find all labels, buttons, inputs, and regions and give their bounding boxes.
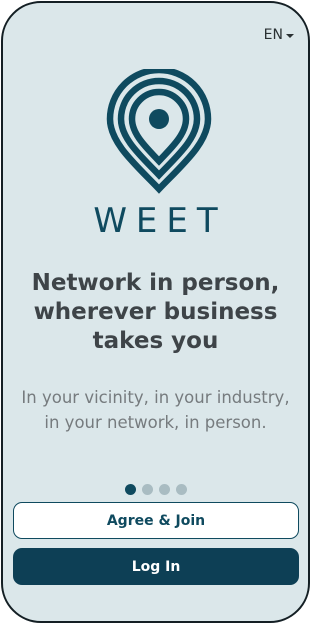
location-pin-icon — [106, 69, 212, 194]
page-dot[interactable] — [158, 484, 170, 495]
headline-line: Network in person, — [31, 270, 280, 296]
headline-line: wherever business — [33, 299, 278, 325]
subhead-line: in your network, in person. — [44, 413, 267, 432]
onboarding-subhead: In your vicinity, in your industry, in y… — [11, 385, 300, 435]
page-dot[interactable] — [141, 484, 153, 495]
language-selector[interactable]: EN — [264, 27, 294, 43]
log-in-button[interactable]: Log In — [13, 548, 299, 585]
subhead-line: In your vicinity, in your industry, — [21, 388, 290, 407]
page-dot[interactable] — [124, 484, 136, 495]
brand-wordmark: WEET — [93, 201, 227, 241]
onboarding-headline: Network in person, wherever business tak… — [13, 269, 298, 356]
language-label: EN — [263, 27, 283, 43]
phone-screen: EN WEET Network in person, wherever busi… — [1, 1, 310, 623]
page-dot[interactable] — [175, 484, 187, 495]
agree-and-join-button[interactable]: Agree & Join — [13, 502, 299, 539]
headline-line: takes you — [92, 328, 219, 354]
chevron-down-icon — [286, 33, 294, 38]
page-indicator — [3, 484, 308, 495]
